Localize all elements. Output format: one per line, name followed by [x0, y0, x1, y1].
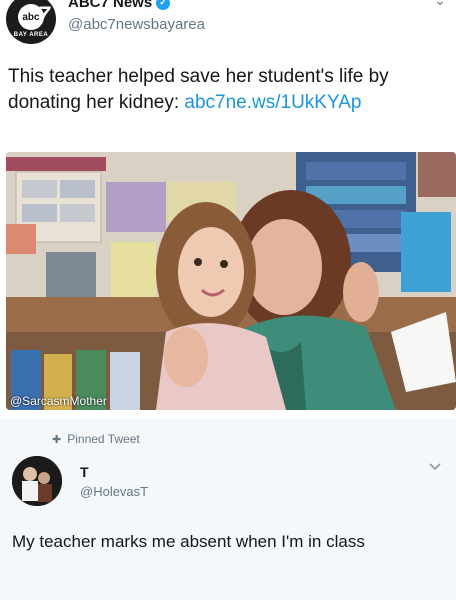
- original-tweet: abc 7 BAY AREA ABC7 News ✓ @abc7newsbaya…: [0, 0, 456, 418]
- profile-photo: [12, 456, 62, 506]
- abc-seven-number: 7: [37, 2, 50, 27]
- reply-author-handle[interactable]: @HolevasT: [80, 484, 148, 499]
- avatar[interactable]: [12, 456, 62, 506]
- photo-watermark: @SarcasmMother: [10, 394, 107, 408]
- account-name-label: ABC7 News: [68, 0, 153, 11]
- reply-tweet[interactable]: ✚ Pinned Tweet T @HolevasT My teacher ma…: [0, 418, 456, 600]
- abc7-avatar[interactable]: abc 7 BAY AREA: [6, 0, 56, 44]
- pinned-text: Pinned Tweet: [67, 432, 140, 446]
- reply-text: My teacher marks me absent when I'm in c…: [12, 532, 365, 551]
- account-handle[interactable]: @abc7newsbayarea: [68, 16, 205, 33]
- reply-author-name[interactable]: T: [80, 464, 89, 480]
- account-name[interactable]: ABC7 News ✓: [68, 0, 171, 11]
- tweet-link[interactable]: abc7ne.ws/1UkKYAp: [184, 92, 361, 113]
- chevron-down-icon[interactable]: [428, 460, 442, 474]
- pinned-label: ✚ Pinned Tweet: [52, 432, 140, 446]
- tweet-photo[interactable]: @SarcasmMother: [6, 152, 456, 410]
- teacher-student-photo: [6, 152, 456, 410]
- tweet-text: This teacher helped save her student's l…: [8, 64, 448, 116]
- chevron-down-icon[interactable]: ⌄: [434, 0, 446, 9]
- verified-badge-icon: ✓: [156, 0, 171, 10]
- abc-subtitle: BAY AREA: [13, 32, 49, 38]
- pin-icon: ✚: [52, 433, 62, 446]
